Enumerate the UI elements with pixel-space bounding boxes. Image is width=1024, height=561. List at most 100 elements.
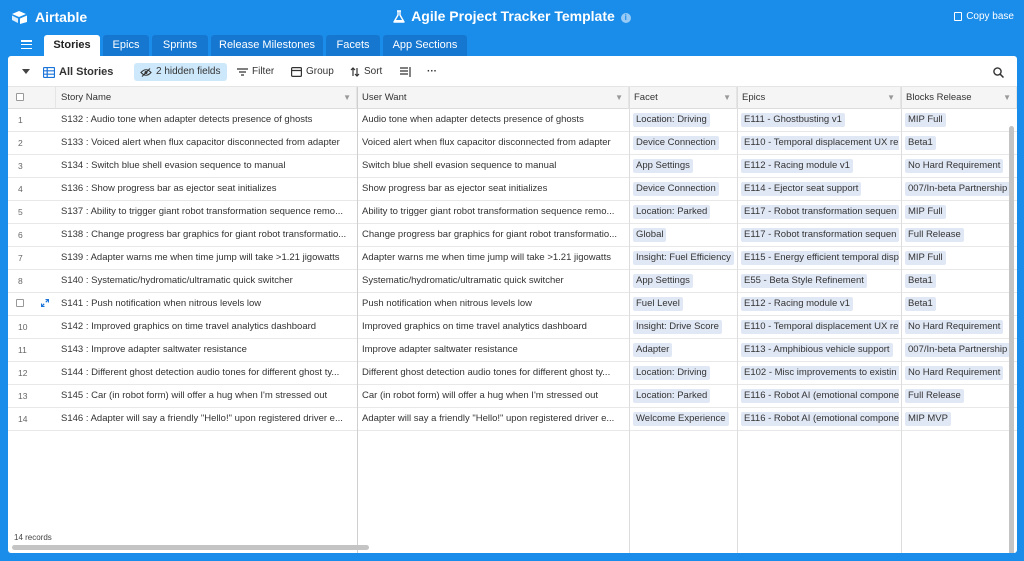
facet-cell[interactable]: Location: Driving bbox=[633, 109, 735, 131]
epics-cell[interactable]: E117 - Robot transformation sequen bbox=[741, 201, 899, 223]
story-name-cell[interactable]: S134 : Switch blue shell evasion sequenc… bbox=[61, 155, 351, 177]
row-number[interactable]: 12 bbox=[8, 362, 56, 384]
epics-cell[interactable]: E116 - Robot AI (emotional compone bbox=[741, 408, 899, 430]
epics-cell[interactable]: E102 - Misc improvements to existin bbox=[741, 362, 899, 384]
row-number[interactable]: 8 bbox=[8, 270, 56, 292]
frozen-column-divider[interactable] bbox=[357, 87, 358, 553]
row-select[interactable] bbox=[8, 293, 56, 315]
user-want-cell[interactable]: Adapter warns me when time jump will tak… bbox=[362, 247, 625, 269]
sort-button[interactable]: Sort bbox=[350, 63, 382, 81]
story-name-cell[interactable]: S137 : Ability to trigger giant robot tr… bbox=[61, 201, 351, 223]
blocks-release-cell[interactable]: 007/In-beta Partnership bbox=[905, 178, 1017, 200]
user-want-cell[interactable]: Car (in robot form) will offer a hug whe… bbox=[362, 385, 625, 407]
tab-stories[interactable]: Stories bbox=[44, 35, 100, 56]
table-row[interactable]: 12 S144 : Different ghost detection audio… bbox=[8, 362, 1017, 385]
epics-cell[interactable]: E114 - Ejector seat support bbox=[741, 178, 899, 200]
story-name-cell[interactable]: S132 : Audio tone when adapter detects p… bbox=[61, 109, 351, 131]
table-row[interactable]: 13 S145 : Car (in robot form) will offer … bbox=[8, 385, 1017, 408]
story-name-cell[interactable]: S139 : Adapter warns me when time jump w… bbox=[61, 247, 351, 269]
row-number[interactable]: 10 bbox=[8, 316, 56, 338]
horizontal-scrollbar[interactable] bbox=[12, 545, 369, 550]
table-row[interactable]: 3 S134 : Switch blue shell evasion sequen… bbox=[8, 155, 1017, 178]
hamburger-menu-icon[interactable] bbox=[21, 40, 32, 49]
row-number[interactable]: 5 bbox=[8, 201, 56, 223]
user-want-cell[interactable]: Audio tone when adapter detects presence… bbox=[362, 109, 625, 131]
row-number[interactable]: 4 bbox=[8, 178, 56, 200]
user-want-cell[interactable]: Voiced alert when flux capacitor disconn… bbox=[362, 132, 625, 154]
select-all-header[interactable] bbox=[8, 87, 56, 109]
table-row[interactable]: S141 : Push notification when nitrous le… bbox=[8, 293, 1017, 316]
row-number[interactable]: 1 bbox=[8, 109, 56, 131]
blocks-release-cell[interactable]: 007/In-beta Partnership bbox=[905, 339, 1017, 361]
epics-cell[interactable]: E110 - Temporal displacement UX re bbox=[741, 316, 899, 338]
row-number[interactable]: 14 bbox=[8, 408, 56, 430]
epics-cell[interactable]: E113 - Amphibious vehicle support bbox=[741, 339, 899, 361]
blocks-release-cell[interactable]: MIP Full bbox=[905, 247, 1017, 269]
facet-cell[interactable]: Device Connection bbox=[633, 178, 735, 200]
epics-cell[interactable]: E116 - Robot AI (emotional compone bbox=[741, 385, 899, 407]
tab-sprints[interactable]: Sprints bbox=[152, 35, 208, 56]
row-height-button[interactable] bbox=[400, 63, 411, 81]
column-menu-caret-icon[interactable]: ▼ bbox=[1003, 87, 1011, 108]
epics-cell[interactable]: E111 - Ghostbusting v1 bbox=[741, 109, 899, 131]
row-number[interactable]: 2 bbox=[8, 132, 56, 154]
story-name-cell[interactable]: S146 : Adapter will say a friendly "Hell… bbox=[61, 408, 351, 430]
facet-cell[interactable]: Welcome Experience bbox=[633, 408, 735, 430]
base-title[interactable]: Agile Project Tracker Template i bbox=[0, 8, 1024, 24]
facet-cell[interactable]: Fuel Level bbox=[633, 293, 735, 315]
column-header-epics[interactable]: Epics ▼ bbox=[737, 87, 901, 109]
epics-cell[interactable]: E117 - Robot transformation sequen bbox=[741, 224, 899, 246]
search-button[interactable] bbox=[993, 63, 1004, 81]
column-menu-caret-icon[interactable]: ▼ bbox=[615, 87, 623, 108]
column-menu-caret-icon[interactable]: ▼ bbox=[723, 87, 731, 108]
facet-cell[interactable]: Global bbox=[633, 224, 735, 246]
epics-cell[interactable]: E112 - Racing module v1 bbox=[741, 293, 899, 315]
story-name-cell[interactable]: S145 : Car (in robot form) will offer a … bbox=[61, 385, 351, 407]
column-menu-caret-icon[interactable]: ▼ bbox=[343, 87, 351, 108]
facet-cell[interactable]: Insight: Drive Score bbox=[633, 316, 735, 338]
facet-cell[interactable]: Insight: Fuel Efficiency bbox=[633, 247, 735, 269]
table-row[interactable]: 11 S143 : Improve adapter saltwater resis… bbox=[8, 339, 1017, 362]
user-want-cell[interactable]: Switch blue shell evasion sequence to ma… bbox=[362, 155, 625, 177]
facet-cell[interactable]: App Settings bbox=[633, 155, 735, 177]
table-row[interactable]: 4 S136 : Show progress bar as ejector sea… bbox=[8, 178, 1017, 201]
column-header-user-want[interactable]: User Want ▼ bbox=[357, 87, 629, 109]
filter-button[interactable]: Filter bbox=[237, 63, 274, 81]
user-want-cell[interactable]: Improved graphics on time travel analyti… bbox=[362, 316, 625, 338]
table-row[interactable]: 7 S139 : Adapter warns me when time jump … bbox=[8, 247, 1017, 270]
blocks-release-cell[interactable]: MIP Full bbox=[905, 109, 1017, 131]
row-number[interactable]: 13 bbox=[8, 385, 56, 407]
more-options-button[interactable]: ··· bbox=[427, 63, 437, 81]
table-row[interactable]: 14 S146 : Adapter will say a friendly "He… bbox=[8, 408, 1017, 431]
row-number[interactable]: 11 bbox=[8, 339, 56, 361]
epics-cell[interactable]: E115 - Energy efficient temporal disp bbox=[741, 247, 899, 269]
facet-cell[interactable]: Adapter bbox=[633, 339, 735, 361]
tab-release-milestones[interactable]: Release Milestones bbox=[211, 35, 323, 56]
column-header-story-name[interactable]: Story Name ▼ bbox=[56, 87, 357, 109]
table-row[interactable]: 10 S142 : Improved graphics on time trave… bbox=[8, 316, 1017, 339]
facet-cell[interactable]: Location: Parked bbox=[633, 201, 735, 223]
column-menu-caret-icon[interactable]: ▼ bbox=[887, 87, 895, 108]
story-name-cell[interactable]: S143 : Improve adapter saltwater resista… bbox=[61, 339, 351, 361]
view-switcher[interactable]: All Stories bbox=[43, 63, 113, 81]
column-header-blocks-release[interactable]: Blocks Release ▼ bbox=[901, 87, 1017, 109]
blocks-release-cell[interactable]: Full Release bbox=[905, 385, 1017, 407]
story-name-cell[interactable]: S140 : Systematic/hydromatic/ultramatic … bbox=[61, 270, 351, 292]
blocks-release-cell[interactable]: No Hard Requirement bbox=[905, 362, 1017, 384]
story-name-cell[interactable]: S138 : Change progress bar graphics for … bbox=[61, 224, 351, 246]
user-want-cell[interactable]: Change progress bar graphics for giant r… bbox=[362, 224, 625, 246]
facet-cell[interactable]: Location: Parked bbox=[633, 385, 735, 407]
epics-cell[interactable]: E112 - Racing module v1 bbox=[741, 155, 899, 177]
table-row[interactable]: 8 S140 : Systematic/hydromatic/ultramatic… bbox=[8, 270, 1017, 293]
story-name-cell[interactable]: S142 : Improved graphics on time travel … bbox=[61, 316, 351, 338]
table-row[interactable]: 1 S132 : Audio tone when adapter detects … bbox=[8, 109, 1017, 132]
info-icon[interactable]: i bbox=[620, 13, 631, 23]
table-row[interactable]: 6 S138 : Change progress bar graphics for… bbox=[8, 224, 1017, 247]
blocks-release-cell[interactable]: Beta1 bbox=[905, 270, 1017, 292]
blocks-release-cell[interactable]: No Hard Requirement bbox=[905, 155, 1017, 177]
user-want-cell[interactable]: Systematic/hydromatic/ultramatic quick s… bbox=[362, 270, 625, 292]
blocks-release-cell[interactable]: No Hard Requirement bbox=[905, 316, 1017, 338]
epics-cell[interactable]: E110 - Temporal displacement UX re bbox=[741, 132, 899, 154]
blocks-release-cell[interactable]: Beta1 bbox=[905, 293, 1017, 315]
user-want-cell[interactable]: Push notification when nitrous levels lo… bbox=[362, 293, 625, 315]
